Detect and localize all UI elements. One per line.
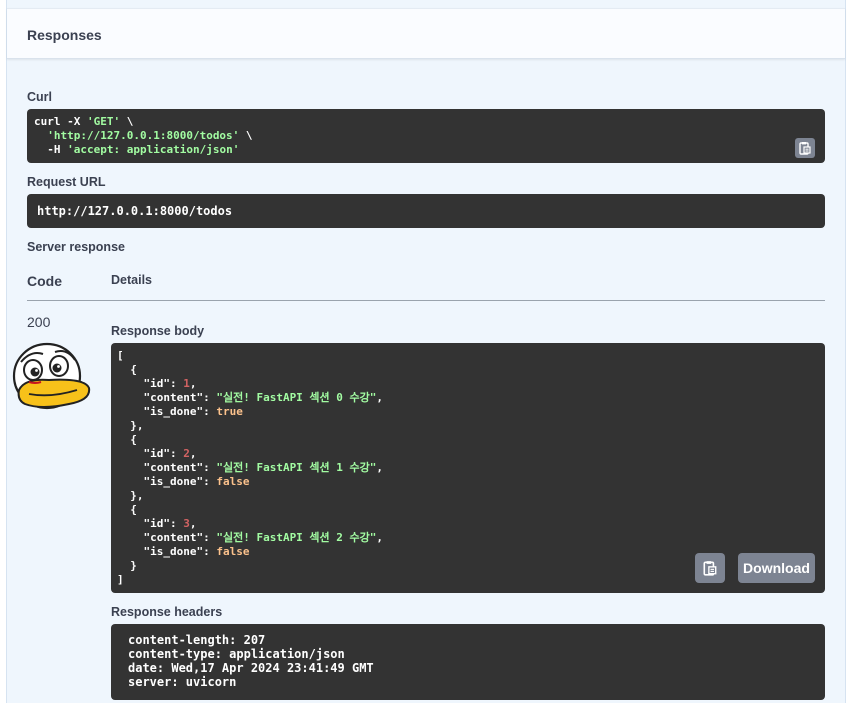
request-url-label: Request URL	[27, 175, 106, 189]
copy-response-button[interactable]	[695, 553, 725, 583]
item-1-id: 1	[183, 377, 190, 390]
item-1-is-done: true	[216, 405, 243, 418]
clipboard-copy-icon	[703, 561, 717, 576]
curl-flag: -H	[34, 143, 68, 156]
header-line: content-length: 207	[128, 633, 266, 647]
curl-url: 'http://127.0.0.1:8000/todos'	[47, 129, 240, 142]
item-2-is-done: false	[216, 475, 250, 488]
curl-header: 'accept: application/json'	[67, 143, 240, 156]
item-3-is-done: false	[216, 545, 250, 558]
responses-panel: Responses Curl curl -X 'GET' \ 'http://1…	[6, 0, 846, 703]
header-line: date: Wed,17 Apr 2024 23:41:49 GMT	[128, 661, 374, 675]
header-line: content-type: application/json	[128, 647, 345, 661]
response-headers-code-block[interactable]: content-length: 207 content-type: applica…	[111, 624, 825, 700]
curl-line2-indent	[34, 129, 47, 142]
clipboard-copy-icon	[799, 142, 811, 155]
item-2-content: "실전! FastAPI 섹션 1 수강"	[216, 461, 377, 474]
table-divider	[27, 300, 825, 301]
curl-line2-tail: \	[239, 129, 253, 142]
curl-code-block[interactable]: curl -X 'GET' \ 'http://127.0.0.1:8000/t…	[27, 109, 825, 163]
responses-header: Responses	[7, 8, 845, 59]
curl-cmd: curl -X	[34, 115, 87, 128]
item-2-id: 2	[183, 447, 190, 460]
curl-label: Curl	[27, 90, 52, 104]
curl-method: 'GET'	[86, 115, 121, 128]
responses-title: Responses	[27, 27, 102, 43]
response-headers-label: Response headers	[111, 605, 223, 619]
item-1-content: "실전! FastAPI 섹션 0 수강"	[216, 391, 377, 404]
download-button[interactable]: Download	[738, 553, 815, 583]
header-line: server: uvicorn	[128, 675, 237, 689]
status-code: 200	[27, 314, 51, 330]
duck-avatar-icon	[12, 342, 91, 410]
column-header-details: Details	[111, 273, 152, 287]
column-header-code: Code	[27, 273, 62, 289]
curl-line1-tail: \	[120, 115, 134, 128]
item-3-id: 3	[183, 517, 190, 530]
request-url-value[interactable]: http://127.0.0.1:8000/todos	[27, 194, 825, 228]
server-response-label: Server response	[27, 240, 125, 254]
item-3-content: "실전! FastAPI 섹션 2 수강"	[216, 531, 377, 544]
response-body-label: Response body	[111, 324, 205, 338]
curl-copy-button[interactable]	[795, 138, 815, 158]
